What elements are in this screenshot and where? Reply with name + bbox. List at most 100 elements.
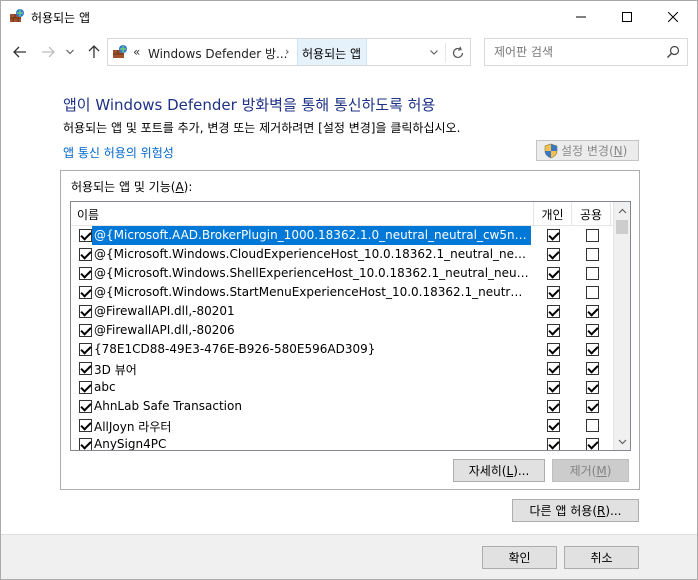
up-button[interactable] — [83, 42, 105, 62]
row-public-checkbox[interactable] — [586, 362, 599, 375]
table-row[interactable]: 3D 뷰어 — [71, 359, 613, 378]
chevron-down-icon — [430, 50, 438, 55]
row-private-checkbox[interactable] — [547, 248, 560, 261]
row-private-checkbox[interactable] — [547, 286, 560, 299]
row-private-checkbox[interactable] — [547, 400, 560, 413]
breadcrumb-allowed-apps[interactable]: 허용되는 앱 — [297, 39, 368, 65]
table-row[interactable]: @FirewallAPI.dll,-80201 — [71, 302, 613, 321]
address-dropdown-button[interactable] — [428, 46, 440, 58]
row-private-checkbox[interactable] — [547, 305, 560, 318]
details-button[interactable]: 자세히(L)... — [453, 459, 545, 482]
close-button[interactable] — [650, 1, 696, 32]
row-public-checkbox[interactable] — [586, 419, 599, 432]
row-private-checkbox[interactable] — [547, 229, 560, 242]
change-settings-label: 설정 변경( — [561, 144, 614, 158]
scroll-up-button[interactable] — [614, 202, 630, 219]
row-enabled-checkbox[interactable] — [79, 248, 92, 261]
table-row[interactable]: AhnLab Safe Transaction — [71, 397, 613, 416]
refresh-icon — [452, 46, 463, 59]
row-private-checkbox[interactable] — [547, 343, 560, 356]
cancel-button[interactable]: 취소 — [564, 546, 639, 569]
navigation-bar: « Windows Defender 방... › 허용되는 앱 — [1, 34, 697, 70]
row-enabled-checkbox[interactable] — [79, 267, 92, 280]
row-private-checkbox[interactable] — [547, 324, 560, 337]
allow-another-app-button[interactable]: 다른 앱 허용(R)... — [512, 499, 639, 522]
row-enabled-checkbox[interactable] — [79, 305, 92, 318]
recent-locations-button[interactable] — [63, 42, 77, 62]
table-row[interactable]: @FirewallAPI.dll,-80206 — [71, 321, 613, 340]
search-input[interactable] — [485, 39, 660, 65]
close-icon — [668, 11, 678, 22]
search-box[interactable] — [484, 38, 688, 66]
row-enabled-checkbox[interactable] — [79, 343, 92, 356]
address-overflow[interactable]: « — [133, 45, 140, 59]
row-enabled-checkbox[interactable] — [79, 324, 92, 337]
table-row[interactable]: abc — [71, 378, 613, 397]
title-bar[interactable]: 허용되는 앱 — [1, 1, 697, 32]
scroll-thumb[interactable] — [616, 220, 628, 234]
table-row[interactable]: AllJoyn 라우터 — [71, 416, 613, 435]
row-private-checkbox[interactable] — [547, 438, 560, 450]
list-header: 이름 개인 공용 — [71, 202, 613, 226]
row-app-name: @{Microsoft.Windows.StartMenuExperienceH… — [94, 285, 531, 299]
search-icon[interactable] — [666, 45, 680, 59]
maximize-icon — [622, 11, 632, 22]
allowed-apps-group-label: 허용되는 앱 및 기능(A): — [71, 180, 193, 194]
row-enabled-checkbox[interactable] — [79, 286, 92, 299]
row-public-checkbox[interactable] — [586, 400, 599, 413]
row-public-checkbox[interactable] — [586, 343, 599, 356]
column-header-private[interactable]: 개인 — [533, 202, 571, 226]
remove-button[interactable]: 제거(M) — [552, 459, 629, 482]
refresh-button[interactable] — [445, 43, 469, 63]
row-private-checkbox[interactable] — [547, 381, 560, 394]
allowed-apps-list[interactable]: 이름 개인 공용 @{Microsoft.AAD.BrokerPlugin_10… — [70, 201, 631, 451]
row-private-checkbox[interactable] — [547, 267, 560, 280]
table-row[interactable]: @{Microsoft.Windows.ShellExperienceHost_… — [71, 264, 613, 283]
table-row[interactable]: {78E1CD88-49E3-476E-B926-580E596AD309} — [71, 340, 613, 359]
table-row[interactable]: AnySign4PC — [71, 435, 613, 450]
table-row[interactable]: @{Microsoft.Windows.CloudExperienceHost_… — [71, 245, 613, 264]
change-settings-button[interactable]: 설정 변경(N) — [536, 140, 639, 161]
change-settings-suffix: ) — [622, 143, 628, 158]
row-private-checkbox[interactable] — [547, 362, 560, 375]
forward-button[interactable] — [37, 42, 59, 62]
risk-info-link[interactable]: 앱 통신 허용의 위험성 — [63, 144, 174, 161]
row-public-checkbox[interactable] — [586, 381, 599, 394]
row-enabled-checkbox[interactable] — [79, 229, 92, 242]
column-header-public[interactable]: 공용 — [571, 202, 611, 226]
row-public-checkbox[interactable] — [586, 267, 599, 280]
row-public-checkbox[interactable] — [586, 305, 599, 318]
row-public-checkbox[interactable] — [586, 438, 599, 450]
maximize-button[interactable] — [604, 1, 650, 32]
firewall-location-icon — [112, 44, 128, 60]
vertical-scrollbar[interactable] — [613, 202, 630, 450]
row-enabled-checkbox[interactable] — [79, 438, 92, 450]
ok-button[interactable]: 확인 — [482, 546, 557, 569]
table-row[interactable]: @{Microsoft.Windows.StartMenuExperienceH… — [71, 283, 613, 302]
row-public-checkbox[interactable] — [586, 248, 599, 261]
address-bar[interactable]: « Windows Defender 방... › 허용되는 앱 — [107, 38, 471, 66]
firewall-app-icon — [9, 8, 25, 24]
row-enabled-checkbox[interactable] — [79, 400, 92, 413]
arrow-right-icon — [42, 46, 55, 58]
row-public-checkbox[interactable] — [586, 324, 599, 337]
row-public-checkbox[interactable] — [586, 286, 599, 299]
scroll-down-button[interactable] — [614, 433, 630, 450]
row-app-name: 3D 뷰어 — [94, 363, 137, 377]
row-enabled-checkbox[interactable] — [79, 362, 92, 375]
back-button[interactable] — [9, 42, 31, 62]
row-enabled-checkbox[interactable] — [79, 381, 92, 394]
row-public-checkbox[interactable] — [586, 229, 599, 242]
row-app-name: AhnLab Safe Transaction — [94, 399, 242, 413]
minimize-button[interactable] — [558, 1, 604, 32]
row-app-name: {78E1CD88-49E3-476E-B926-580E596AD309} — [94, 342, 376, 356]
row-enabled-checkbox[interactable] — [79, 419, 92, 432]
chevron-up-icon — [618, 208, 627, 213]
table-row[interactable]: @{Microsoft.AAD.BrokerPlugin_1000.18362.… — [71, 226, 613, 245]
breadcrumb-windows-defender[interactable]: Windows Defender 방... — [148, 45, 287, 62]
page-heading: 앱이 Windows Defender 방화벽을 통해 통신하도록 허용 — [63, 96, 436, 114]
change-settings-hotkey: N — [613, 143, 623, 158]
column-header-name[interactable]: 이름 — [77, 206, 99, 223]
row-private-checkbox[interactable] — [547, 419, 560, 432]
breadcrumb-separator[interactable]: › — [285, 45, 289, 58]
